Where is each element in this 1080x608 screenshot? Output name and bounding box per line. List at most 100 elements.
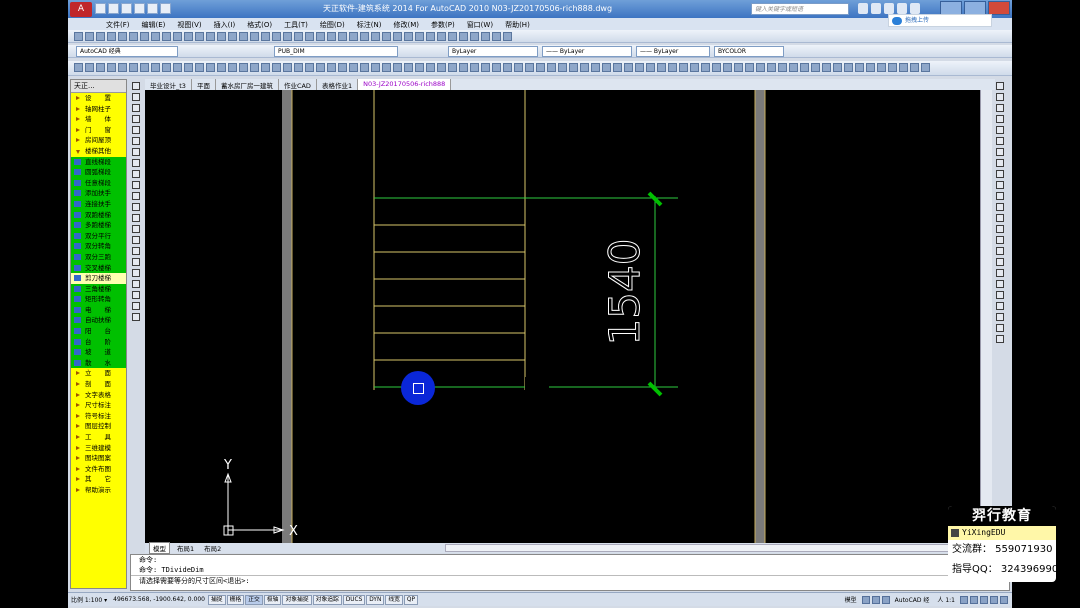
screen-menu-item[interactable]: 立 面 [71,368,126,379]
toolbar-button-icon[interactable] [261,32,270,41]
tool-icon[interactable] [132,170,140,178]
toolbar-button-icon[interactable] [921,63,930,72]
menu-item[interactable]: 窗口(W) [461,18,499,30]
tool-icon[interactable] [996,247,1004,255]
status-toggle[interactable]: 对象捕捉 [282,594,312,605]
toolbar-button-icon[interactable] [250,32,259,41]
toolbar-button-icon[interactable] [74,32,83,41]
layout-tab[interactable]: 布局1 [174,543,197,553]
tool-icon[interactable] [132,258,140,266]
toolbar-button-icon[interactable] [96,63,105,72]
toolbar-button-icon[interactable] [283,32,292,41]
star-icon[interactable] [897,3,907,14]
status-toggle[interactable]: 正交 [245,594,263,605]
screen-menu-item[interactable]: 帮助演示 [71,485,126,496]
screen-menu-item[interactable]: 剪刀楼梯 [71,273,126,284]
toolbar-button-icon[interactable] [635,63,644,72]
toolbar-button-icon[interactable] [393,32,402,41]
tool-icon[interactable] [132,159,140,167]
tool-icon[interactable] [132,137,140,145]
color-select[interactable]: ByLayer [448,46,538,57]
command-window[interactable]: 命令: 命令: TDivideDim 请选择需要等分的尺寸区间<退出>: [130,554,1010,591]
screen-menu-item[interactable]: 交叉楼梯 [71,262,126,274]
toolbar-button-icon[interactable] [349,63,358,72]
toolbar-button-icon[interactable] [470,63,479,72]
toolbar-button-icon[interactable] [426,63,435,72]
drawing-canvas[interactable]: 1540 Y X [145,90,980,543]
toolbar-button-icon[interactable] [151,32,160,41]
search-icon[interactable] [858,3,868,14]
toolbar-button-icon[interactable] [470,32,479,41]
tool-icon[interactable] [996,324,1004,332]
screen-menu-item[interactable]: 双分三跑 [71,251,126,263]
tool-icon[interactable] [996,137,1004,145]
new-icon[interactable] [95,3,106,14]
toolbar-button-icon[interactable] [723,63,732,72]
toolbar-button-icon[interactable] [481,63,490,72]
screen-menu-item[interactable]: 工 具 [71,432,126,443]
menu-item[interactable]: 帮助(H) [499,18,536,30]
tool-icon[interactable] [996,170,1004,178]
menu-item[interactable]: 标注(N) [351,18,388,30]
screen-menu-item[interactable]: 多跑楼梯 [71,220,126,231]
tool-icon[interactable] [132,115,140,123]
tool-icon[interactable] [132,82,140,90]
toolbar-button-icon[interactable] [371,32,380,41]
tool-icon[interactable] [996,126,1004,134]
undo-icon[interactable] [134,3,145,14]
toolbar-button-icon[interactable] [195,63,204,72]
tool-icon[interactable] [996,203,1004,211]
toolbar-button-icon[interactable] [888,63,897,72]
menu-item[interactable]: 参数(P) [425,18,461,30]
toolbar-button-icon[interactable] [899,63,908,72]
toolbar-button-icon[interactable] [426,32,435,41]
screen-menu-item[interactable]: 散 水 [71,357,126,369]
toolbar-button-icon[interactable] [668,63,677,72]
layer-select[interactable]: PUB_DIM [274,46,398,57]
tool-icon[interactable] [996,258,1004,266]
screen-menu-item[interactable]: 双分转角 [71,241,126,252]
status-toggle[interactable]: 栅格 [226,594,245,605]
screen-menu-item[interactable]: 任意梯段 [71,177,126,189]
toolbar-button-icon[interactable] [910,63,919,72]
toolbar-button-icon[interactable] [558,63,567,72]
steering-wheel-icon[interactable] [881,595,890,604]
keyboard-icon[interactable] [980,595,988,604]
toolbar-button-icon[interactable] [602,63,611,72]
tool-icon[interactable] [996,335,1004,343]
toolbar-button-icon[interactable] [382,32,391,41]
tool-icon[interactable] [132,269,140,277]
exchange-icon[interactable] [884,3,894,14]
toolbar-button-icon[interactable] [525,63,534,72]
menu-item[interactable]: 编辑(E) [136,18,172,30]
screen-menu-item[interactable]: 圆弧梯段 [71,167,126,178]
toolbar-button-icon[interactable] [459,63,468,72]
screen-menu-item[interactable]: 墙 体 [71,114,126,125]
vertical-scrollbar[interactable] [980,90,992,543]
tool-icon[interactable] [996,192,1004,200]
toolbar-button-icon[interactable] [360,32,369,41]
toolbar-button-icon[interactable] [745,63,754,72]
screen-menu-item[interactable]: 三角楼梯 [71,283,126,295]
screen-menu-item[interactable]: 剖 面 [71,379,126,390]
tool-icon[interactable] [132,214,140,222]
screen-menu-item[interactable]: 文件布图 [71,464,126,475]
command-prompt[interactable]: 请选择需要等分的尺寸区间<退出>: [131,575,1009,585]
toolbar-button-icon[interactable] [272,32,281,41]
screen-menu-item[interactable]: 设 置 [71,93,126,104]
toolbar-button-icon[interactable] [140,63,149,72]
toolbar-button-icon[interactable] [404,32,413,41]
tool-icon[interactable] [132,93,140,101]
tool-icon[interactable] [996,225,1004,233]
toolbar-button-icon[interactable] [756,63,765,72]
screen-menu-item[interactable]: 连接扶手 [71,198,126,210]
tool-icon[interactable] [996,148,1004,156]
tool-icon[interactable] [996,115,1004,123]
tool-icon[interactable] [132,291,140,299]
menu-item[interactable]: 绘图(D) [314,18,351,30]
toolbar-button-icon[interactable] [448,32,457,41]
screen-menu-item[interactable]: 符号标注 [71,411,126,422]
toolbar-button-icon[interactable] [316,63,325,72]
toolbar-button-icon[interactable] [404,63,413,72]
menu-item[interactable]: 修改(M) [387,18,425,30]
